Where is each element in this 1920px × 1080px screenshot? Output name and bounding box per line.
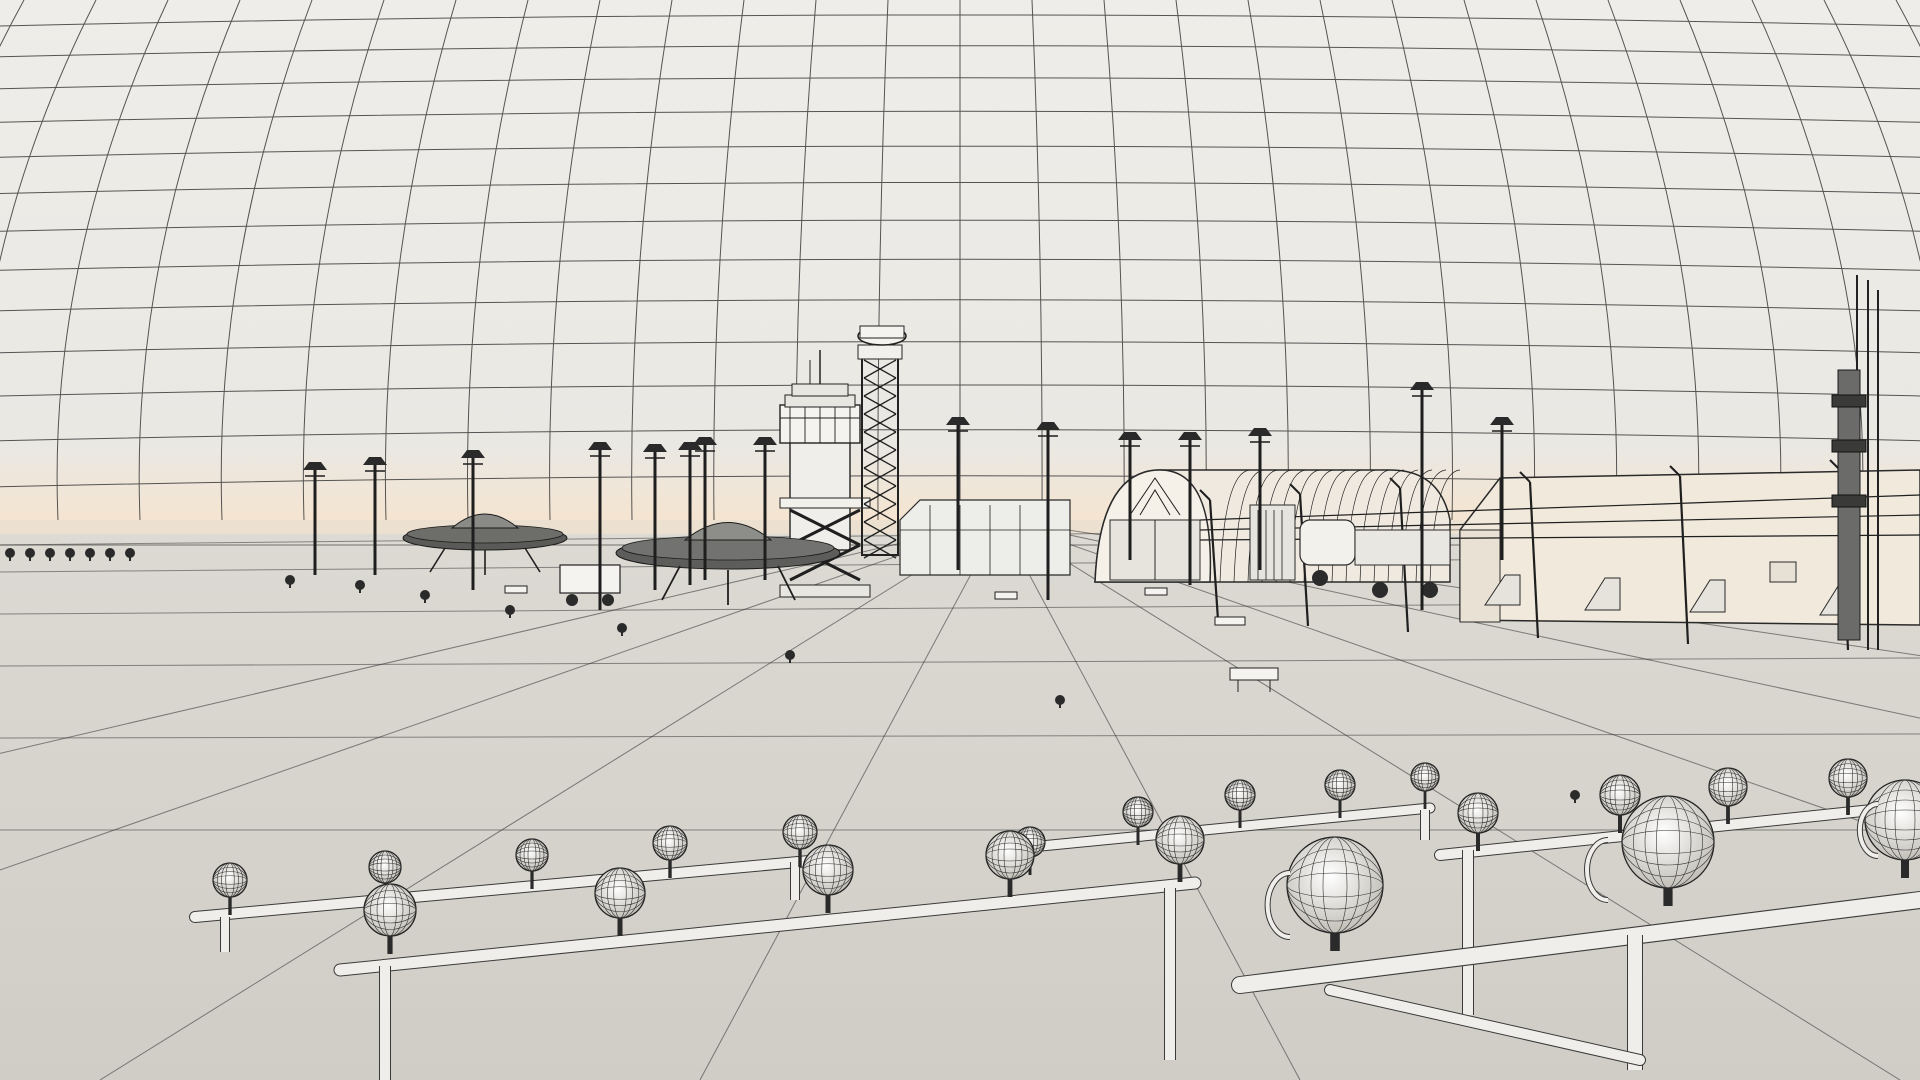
airfield-wireframe-render: [0, 0, 1920, 1080]
sky-dome: [0, 0, 1920, 525]
